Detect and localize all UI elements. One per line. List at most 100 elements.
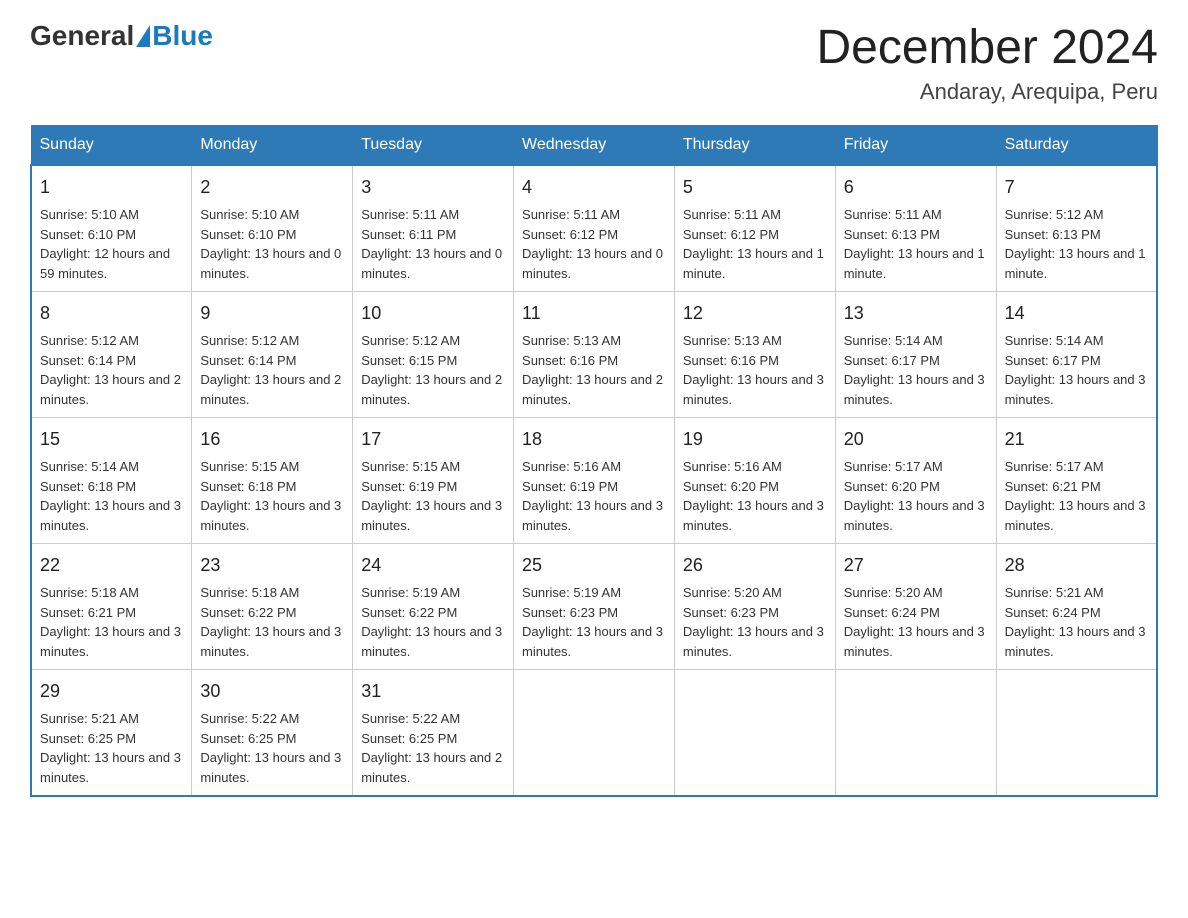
day-info: Sunrise: 5:12 AMSunset: 6:14 PMDaylight:…	[200, 333, 341, 407]
calendar-cell: 3 Sunrise: 5:11 AMSunset: 6:11 PMDaylight…	[353, 165, 514, 292]
day-info: Sunrise: 5:11 AMSunset: 6:12 PMDaylight:…	[683, 207, 824, 281]
calendar-cell: 31Sunrise: 5:22 AMSunset: 6:25 PMDayligh…	[353, 670, 514, 797]
calendar-week-row: 22 Sunrise: 5:18 AMSunset: 6:21 PMDayligh…	[31, 544, 1157, 670]
day-info: Sunrise: 5:10 AMSunset: 6:10 PMDaylight:…	[40, 207, 170, 281]
day-number: 7	[1005, 174, 1148, 201]
logo-triangle-icon	[136, 25, 150, 47]
day-info: Sunrise: 5:14 AMSunset: 6:17 PMDaylight:…	[844, 333, 985, 407]
page-header: General Blue December 2024 Andaray, Areq…	[30, 20, 1158, 105]
day-info: Sunrise: 5:11 AMSunset: 6:12 PMDaylight:…	[522, 207, 663, 281]
day-info: Sunrise: 5:12 AMSunset: 6:15 PMDaylight:…	[361, 333, 502, 407]
day-number: 3	[361, 174, 505, 201]
month-year-title: December 2024	[816, 20, 1158, 75]
day-number: 9	[200, 300, 344, 327]
calendar-cell: 8Sunrise: 5:12 AMSunset: 6:14 PMDaylight…	[31, 292, 192, 418]
calendar-header-row: SundayMondayTuesdayWednesdayThursdayFrid…	[31, 126, 1157, 166]
day-number: 22	[40, 552, 183, 579]
day-info: Sunrise: 5:13 AMSunset: 6:16 PMDaylight:…	[683, 333, 824, 407]
day-number: 17	[361, 426, 505, 453]
calendar-cell	[674, 670, 835, 797]
day-number: 6	[844, 174, 988, 201]
calendar-cell: 11Sunrise: 5:13 AMSunset: 6:16 PMDayligh…	[514, 292, 675, 418]
title-section: December 2024 Andaray, Arequipa, Peru	[816, 20, 1158, 105]
calendar-cell: 6Sunrise: 5:11 AMSunset: 6:13 PMDaylight…	[835, 165, 996, 292]
day-info: Sunrise: 5:22 AMSunset: 6:25 PMDaylight:…	[200, 711, 341, 785]
day-number: 28	[1005, 552, 1148, 579]
day-info: Sunrise: 5:17 AMSunset: 6:21 PMDaylight:…	[1005, 459, 1146, 533]
calendar-cell: 10Sunrise: 5:12 AMSunset: 6:15 PMDayligh…	[353, 292, 514, 418]
day-number: 5	[683, 174, 827, 201]
day-info: Sunrise: 5:15 AMSunset: 6:18 PMDaylight:…	[200, 459, 341, 533]
day-info: Sunrise: 5:20 AMSunset: 6:23 PMDaylight:…	[683, 585, 824, 659]
calendar-cell: 25 Sunrise: 5:19 AMSunset: 6:23 PMDayligh…	[514, 544, 675, 670]
day-number: 21	[1005, 426, 1148, 453]
header-wednesday: Wednesday	[514, 126, 675, 166]
header-thursday: Thursday	[674, 126, 835, 166]
calendar-cell: 19Sunrise: 5:16 AMSunset: 6:20 PMDayligh…	[674, 418, 835, 544]
header-saturday: Saturday	[996, 126, 1157, 166]
day-number: 8	[40, 300, 183, 327]
day-info: Sunrise: 5:18 AMSunset: 6:21 PMDaylight:…	[40, 585, 181, 659]
day-number: 20	[844, 426, 988, 453]
calendar-week-row: 8 Sunrise: 5:12 AMSunset: 6:14 PMDaylight…	[31, 292, 1157, 418]
day-info: Sunrise: 5:12 AMSunset: 6:13 PMDaylight:…	[1005, 207, 1146, 281]
day-info: Sunrise: 5:16 AMSunset: 6:20 PMDaylight:…	[683, 459, 824, 533]
day-info: Sunrise: 5:15 AMSunset: 6:19 PMDaylight:…	[361, 459, 502, 533]
day-number: 2	[200, 174, 344, 201]
header-tuesday: Tuesday	[353, 126, 514, 166]
day-info: Sunrise: 5:19 AMSunset: 6:23 PMDaylight:…	[522, 585, 663, 659]
day-number: 18	[522, 426, 666, 453]
logo: General Blue	[30, 20, 213, 52]
calendar-cell: 28 Sunrise: 5:21 AMSunset: 6:24 PMDayligh…	[996, 544, 1157, 670]
calendar-week-row: 15 Sunrise: 5:14 AMSunset: 6:18 PMDayligh…	[31, 418, 1157, 544]
calendar-cell: 30 Sunrise: 5:22 AMSunset: 6:25 PMDayligh…	[192, 670, 353, 797]
day-number: 30	[200, 678, 344, 705]
day-info: Sunrise: 5:10 AMSunset: 6:10 PMDaylight:…	[200, 207, 341, 281]
calendar-cell	[835, 670, 996, 797]
calendar-cell: 24 Sunrise: 5:19 AMSunset: 6:22 PMDayligh…	[353, 544, 514, 670]
day-info: Sunrise: 5:11 AMSunset: 6:11 PMDaylight:…	[361, 207, 502, 281]
calendar-cell: 27 Sunrise: 5:20 AMSunset: 6:24 PMDayligh…	[835, 544, 996, 670]
day-info: Sunrise: 5:18 AMSunset: 6:22 PMDaylight:…	[200, 585, 341, 659]
day-number: 24	[361, 552, 505, 579]
calendar-table: SundayMondayTuesdayWednesdayThursdayFrid…	[30, 125, 1158, 797]
day-info: Sunrise: 5:21 AMSunset: 6:24 PMDaylight:…	[1005, 585, 1146, 659]
calendar-cell: 20Sunrise: 5:17 AMSunset: 6:20 PMDayligh…	[835, 418, 996, 544]
calendar-cell: 13Sunrise: 5:14 AMSunset: 6:17 PMDayligh…	[835, 292, 996, 418]
calendar-cell: 16Sunrise: 5:15 AMSunset: 6:18 PMDayligh…	[192, 418, 353, 544]
day-number: 15	[40, 426, 183, 453]
calendar-cell: 22 Sunrise: 5:18 AMSunset: 6:21 PMDayligh…	[31, 544, 192, 670]
calendar-cell	[996, 670, 1157, 797]
calendar-cell: 29Sunrise: 5:21 AMSunset: 6:25 PMDayligh…	[31, 670, 192, 797]
day-info: Sunrise: 5:14 AMSunset: 6:17 PMDaylight:…	[1005, 333, 1146, 407]
day-number: 26	[683, 552, 827, 579]
day-info: Sunrise: 5:19 AMSunset: 6:22 PMDaylight:…	[361, 585, 502, 659]
calendar-week-row: 29Sunrise: 5:21 AMSunset: 6:25 PMDayligh…	[31, 670, 1157, 797]
day-number: 11	[522, 300, 666, 327]
header-monday: Monday	[192, 126, 353, 166]
calendar-cell: 26 Sunrise: 5:20 AMSunset: 6:23 PMDayligh…	[674, 544, 835, 670]
calendar-cell: 23Sunrise: 5:18 AMSunset: 6:22 PMDayligh…	[192, 544, 353, 670]
day-number: 12	[683, 300, 827, 327]
calendar-cell: 4Sunrise: 5:11 AMSunset: 6:12 PMDaylight…	[514, 165, 675, 292]
day-info: Sunrise: 5:16 AMSunset: 6:19 PMDaylight:…	[522, 459, 663, 533]
calendar-cell: 21 Sunrise: 5:17 AMSunset: 6:21 PMDayligh…	[996, 418, 1157, 544]
day-info: Sunrise: 5:20 AMSunset: 6:24 PMDaylight:…	[844, 585, 985, 659]
day-info: Sunrise: 5:14 AMSunset: 6:18 PMDaylight:…	[40, 459, 181, 533]
calendar-cell: 17 Sunrise: 5:15 AMSunset: 6:19 PMDayligh…	[353, 418, 514, 544]
day-number: 27	[844, 552, 988, 579]
calendar-cell: 15 Sunrise: 5:14 AMSunset: 6:18 PMDayligh…	[31, 418, 192, 544]
calendar-cell: 14Sunrise: 5:14 AMSunset: 6:17 PMDayligh…	[996, 292, 1157, 418]
calendar-cell: 18 Sunrise: 5:16 AMSunset: 6:19 PMDayligh…	[514, 418, 675, 544]
calendar-cell: 5 Sunrise: 5:11 AMSunset: 6:12 PMDaylight…	[674, 165, 835, 292]
day-number: 1	[40, 174, 183, 201]
day-number: 29	[40, 678, 183, 705]
day-number: 31	[361, 678, 505, 705]
logo-blue-text: Blue	[152, 20, 213, 52]
calendar-cell: 2 Sunrise: 5:10 AMSunset: 6:10 PMDaylight…	[192, 165, 353, 292]
day-number: 25	[522, 552, 666, 579]
header-friday: Friday	[835, 126, 996, 166]
calendar-cell: 1 Sunrise: 5:10 AMSunset: 6:10 PMDaylight…	[31, 165, 192, 292]
location-subtitle: Andaray, Arequipa, Peru	[816, 79, 1158, 105]
calendar-cell: 7 Sunrise: 5:12 AMSunset: 6:13 PMDaylight…	[996, 165, 1157, 292]
